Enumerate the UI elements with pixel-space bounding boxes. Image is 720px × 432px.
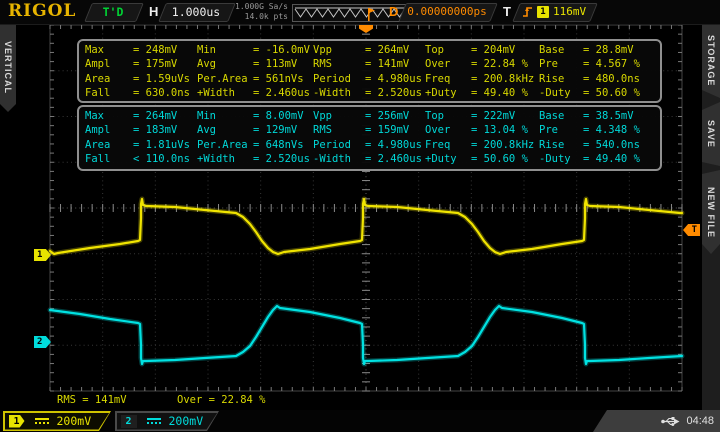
measurement-item: Period= 4.980us	[313, 138, 425, 152]
horizontal-label: H	[149, 4, 158, 19]
measure-block-ch1: Max= 248mVMin= -16.0mVVpp= 264mVTop= 204…	[85, 43, 660, 101]
memory-depth: 14.0k pts	[230, 12, 288, 22]
measurement-item: +Duty= 50.60 %	[425, 152, 539, 166]
measurement-item: Ampl= 175mV	[85, 57, 197, 71]
measurement-item: RMS= 141mV	[313, 57, 425, 71]
measurement-row: Fall< 110.0ns+Width= 2.520us-Width= 2.46…	[85, 152, 660, 166]
measurement-item: Base= 28.8mV	[539, 43, 656, 57]
menu-item-save[interactable]: SAVE	[702, 102, 720, 166]
measurement-item: Max= 264mV	[85, 109, 197, 123]
measurement-item: Rise= 540.0ns	[539, 138, 656, 152]
oscilloscope-screen: 1 2 T Max= 248mVMin= -16.0mVVpp= 264mVTo…	[0, 0, 720, 432]
measurement-item: Avg= 113mV	[197, 57, 313, 71]
measurement-item: +Duty= 49.40 %	[425, 86, 539, 100]
measurement-item: -Width= 2.460us	[313, 152, 425, 166]
measurement-item: Fall< 110.0ns	[85, 152, 197, 166]
measurement-item: +Width= 2.520us	[197, 152, 313, 166]
channel2-tab[interactable]: 2 200mV	[115, 411, 219, 431]
channel1-scale: 200mV	[57, 414, 92, 428]
trigger-source-badge: 1	[537, 6, 549, 18]
measure-panel-ch1: Max= 248mVMin= -16.0mVVpp= 264mVTop= 204…	[77, 39, 662, 103]
timebase-value[interactable]: 1.000us	[162, 3, 230, 20]
dc-coupling-icon	[35, 418, 49, 424]
measurement-item: -Duty= 50.60 %	[539, 86, 656, 100]
delay-value[interactable]: 0.00000000ps	[402, 3, 492, 20]
measurement-row: Fall= 630.0ns+Width= 2.460us-Width= 2.52…	[85, 86, 660, 100]
measurement-item: Pre= 4.567 %	[539, 57, 656, 71]
menu-item-storage[interactable]: STORAGE	[702, 24, 720, 98]
readout-over: Over = 22.84 %	[177, 394, 266, 406]
measure-panel-ch2: Max= 264mVMin= 8.00mVVpp= 256mVTop= 222m…	[77, 105, 662, 171]
system-status-area: 04:48	[593, 410, 720, 432]
trigger-level-value: 116mV	[553, 5, 586, 18]
measurement-item: Area= 1.81uVs	[85, 138, 197, 152]
measurement-row: Ampl= 175mVAvg= 113mVRMS= 141mVOver= 22.…	[85, 57, 660, 71]
rising-edge-icon	[522, 5, 533, 18]
measurement-item: Pre= 4.348 %	[539, 123, 656, 137]
measurement-item: Base= 38.5mV	[539, 109, 656, 123]
top-status-bar: RIGOL T'D H 1.000us 1.000G Sa/s 14.0k pt…	[0, 0, 720, 25]
measurement-item: Ampl= 183mV	[85, 123, 197, 137]
measurement-item: Freq= 200.8kHz	[425, 72, 539, 86]
measurement-item: Top= 222mV	[425, 109, 539, 123]
measurement-item: Freq= 200.8kHz	[425, 138, 539, 152]
measurement-item: Fall= 630.0ns	[85, 86, 197, 100]
dc-coupling-icon	[147, 418, 161, 424]
measurement-item: Top= 204mV	[425, 43, 539, 57]
measurement-row: Max= 248mVMin= -16.0mVVpp= 264mVTop= 204…	[85, 43, 660, 57]
trigger-status: T'D	[88, 3, 138, 20]
measurement-item: Per.Area= 648nVs	[197, 138, 313, 152]
measurement-row: Ampl= 183mVAvg= 129mVRMS= 159mVOver= 13.…	[85, 123, 660, 137]
memory-trigger-flag-icon	[363, 6, 375, 22]
channel1-badge: 1	[9, 415, 25, 428]
measurement-item: Min= 8.00mV	[197, 109, 313, 123]
measurement-item: Area= 1.59uVs	[85, 72, 197, 86]
measurement-row: Area= 1.59uVsPer.Area= 561nVsPeriod= 4.9…	[85, 72, 660, 86]
channel1-tab[interactable]: 1 200mV	[3, 411, 111, 431]
measurement-item: Vpp= 264mV	[313, 43, 425, 57]
measurement-item: -Duty= 49.40 %	[539, 152, 656, 166]
sample-rate: 1.000G Sa/s	[230, 2, 288, 12]
measurement-row: Area= 1.81uVsPer.Area= 648nVsPeriod= 4.9…	[85, 138, 660, 152]
sample-rate-readout: 1.000G Sa/s 14.0k pts	[230, 2, 288, 22]
measurement-item: Rise= 480.0ns	[539, 72, 656, 86]
readout-rms: RMS = 141mV	[57, 394, 127, 406]
usb-icon	[661, 416, 681, 427]
softkey-menu-rail: STORAGE SAVE NEW FILE	[702, 24, 720, 410]
measure-block-ch2: Max= 264mVMin= 8.00mVVpp= 256mVTop= 222m…	[85, 109, 660, 167]
measurement-item: Period= 4.980us	[313, 72, 425, 86]
measurement-item: RMS= 159mV	[313, 123, 425, 137]
measurement-item: Per.Area= 561nVs	[197, 72, 313, 86]
measurement-item: Over= 13.04 %	[425, 123, 539, 137]
trigger-settings[interactable]: 1 116mV	[516, 3, 592, 20]
measurement-item: -Width= 2.520us	[313, 86, 425, 100]
channel2-scale: 200mV	[169, 414, 204, 428]
channel2-badge: 2	[121, 415, 137, 428]
delay-label: D	[389, 4, 398, 19]
measurement-item: Vpp= 256mV	[313, 109, 425, 123]
measurement-item: Min= -16.0mV	[197, 43, 313, 57]
measurement-item: Max= 248mV	[85, 43, 197, 57]
measurement-row: Max= 264mVMin= 8.00mVVpp= 256mVTop= 222m…	[85, 109, 660, 123]
clock: 04:48	[686, 415, 714, 427]
measurement-item: +Width= 2.460us	[197, 86, 313, 100]
measurement-item: Over= 22.84 %	[425, 57, 539, 71]
measurement-item: Avg= 129mV	[197, 123, 313, 137]
rigol-logo: RIGOL	[8, 1, 76, 21]
trigger-label: T	[503, 4, 511, 19]
menu-item-new-file[interactable]: NEW FILE	[702, 170, 720, 254]
